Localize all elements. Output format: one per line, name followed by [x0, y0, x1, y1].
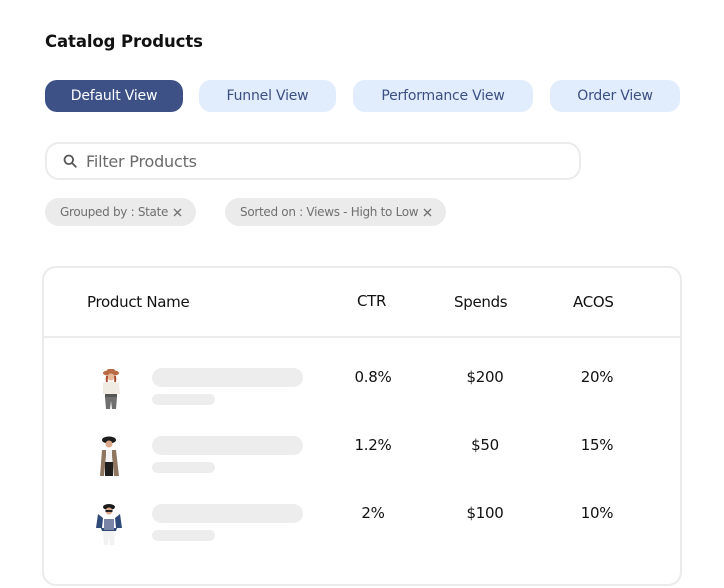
product-thumbnail — [96, 504, 122, 545]
page-title: Catalog Products — [45, 32, 203, 51]
product-thumbnail — [103, 369, 120, 409]
column-header-product-name[interactable]: Product Name — [87, 293, 190, 311]
acos-value: 20% — [580, 368, 614, 386]
spends-value: $50 — [471, 436, 499, 454]
filter-chip-label: Sorted on : Views - High to Low — [240, 205, 419, 219]
column-header-ctr[interactable]: CTR — [357, 292, 386, 310]
spends-value: $100 — [466, 504, 504, 522]
tab-funnel-view[interactable]: Funnel View — [199, 80, 336, 112]
product-name-skeleton — [152, 504, 303, 523]
table-header: Product Name CTR Spends ACOS — [44, 268, 680, 338]
ctr-value: 1.2% — [354, 436, 392, 454]
filter-chip-sorted-on[interactable]: Sorted on : Views - High to Low — [225, 198, 447, 226]
ctr-value: 0.8% — [354, 368, 392, 386]
product-subtitle-skeleton — [152, 394, 215, 405]
acos-value: 15% — [580, 436, 614, 454]
close-icon[interactable] — [173, 208, 182, 217]
table-row[interactable]: 2% $100 10% — [44, 502, 680, 570]
acos-value: 10% — [580, 504, 614, 522]
spends-value: $200 — [466, 368, 504, 386]
product-subtitle-skeleton — [152, 530, 215, 541]
product-subtitle-skeleton — [152, 462, 215, 473]
tab-default-view[interactable]: Default View — [45, 80, 183, 112]
filter-chip-label: Grouped by : State — [60, 205, 169, 219]
products-table: Product Name CTR Spends ACOS 0.8% $200 2… — [42, 266, 682, 586]
filter-products-input[interactable] — [86, 151, 526, 171]
table-row[interactable]: 0.8% $200 20% — [44, 366, 680, 434]
search-icon — [63, 154, 77, 168]
filter-products-search[interactable] — [45, 142, 581, 180]
table-row[interactable]: 1.2% $50 15% — [44, 434, 680, 502]
close-icon[interactable] — [423, 208, 432, 217]
tab-order-view[interactable]: Order View — [550, 80, 680, 112]
column-header-spends[interactable]: Spends — [454, 293, 508, 311]
ctr-value: 2% — [361, 504, 385, 522]
product-name-skeleton — [152, 368, 303, 387]
catalog-products-page: Catalog Products Default View Funnel Vie… — [0, 0, 724, 588]
tab-performance-view[interactable]: Performance View — [353, 80, 533, 112]
product-name-skeleton — [152, 436, 303, 455]
column-header-acos[interactable]: ACOS — [573, 293, 614, 311]
product-thumbnail — [100, 436, 119, 476]
filter-chip-grouped-by[interactable]: Grouped by : State — [45, 198, 197, 226]
